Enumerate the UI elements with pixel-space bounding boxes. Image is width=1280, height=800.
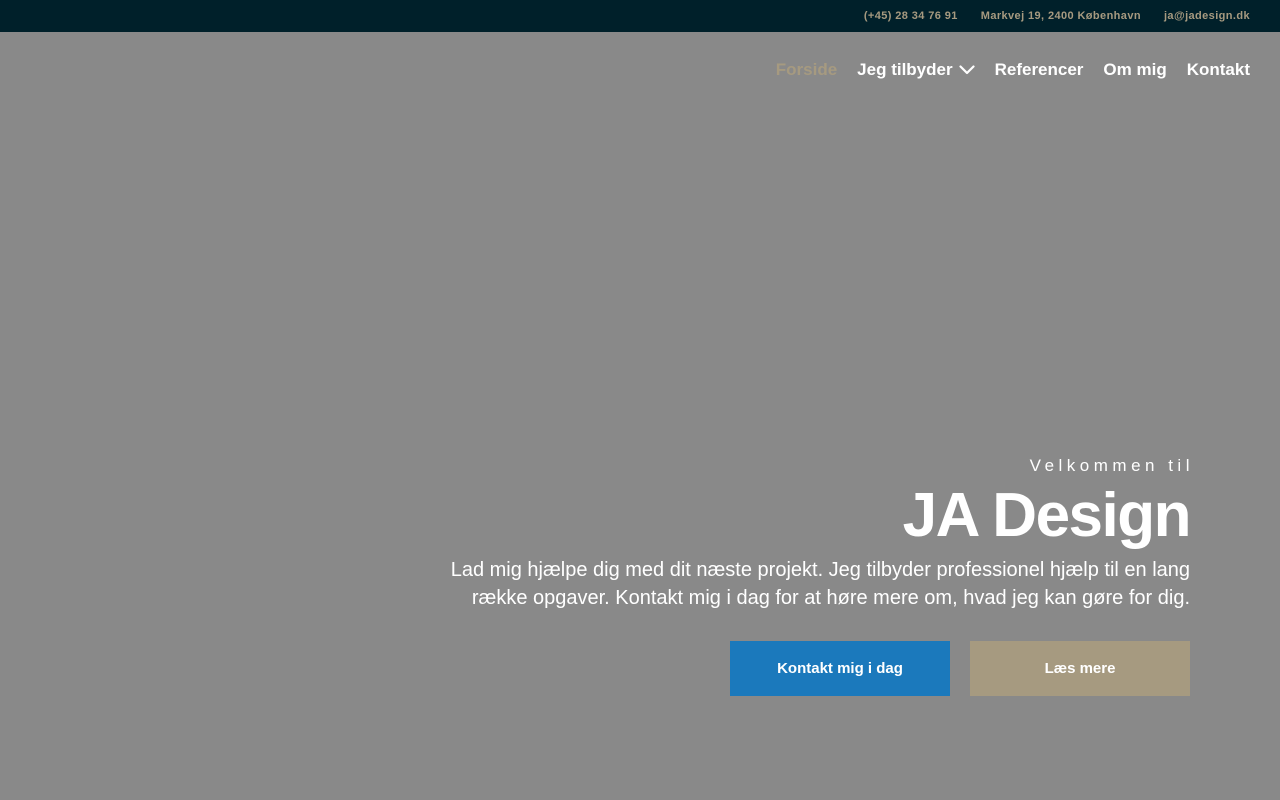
phone-link[interactable]: (+45) 28 34 76 91 [864,10,958,22]
contact-me-button[interactable]: Kontakt mig i dag [730,641,950,696]
hero-eyebrow: Velkommen til [1029,456,1194,475]
nav-item-label: Jeg tilbyder [857,60,953,79]
read-more-button[interactable]: Læs mere [970,641,1190,696]
chevron-down-icon [958,65,975,75]
nav-item-referencer[interactable]: Referencer [995,60,1084,80]
top-contact-bar: (+45) 28 34 76 91 Markvej 19, 2400 Køben… [0,0,1280,32]
nav-item-om-mig[interactable]: Om mig [1103,60,1166,80]
nav-item-kontakt[interactable]: Kontakt [1187,60,1250,80]
nav-item-forside[interactable]: Forside [776,60,837,80]
address-link[interactable]: Markvej 19, 2400 København [981,10,1141,22]
hero-title: JA Design [902,481,1192,550]
email-link[interactable]: ja@jadesign.dk [1164,10,1250,22]
hero-lead: Lad mig hjælpe dig med dit næste projekt… [440,556,1190,612]
nav-item-jeg-tilbyder[interactable]: Jeg tilbyder [857,60,975,80]
hero-lead-line-2: række opgaver. Kontakt mig i dag for at … [471,587,1190,609]
hero-section: Velkommen til JA Design Lad mig hjælpe d… [440,456,1192,612]
main-navigation: Forside Jeg tilbyder Referencer Om mig K… [776,56,1250,84]
hero-buttons: Kontakt mig i dag Læs mere [730,641,1190,696]
hero-lead-line-1: Lad mig hjælpe dig med dit næste projekt… [450,559,1190,581]
